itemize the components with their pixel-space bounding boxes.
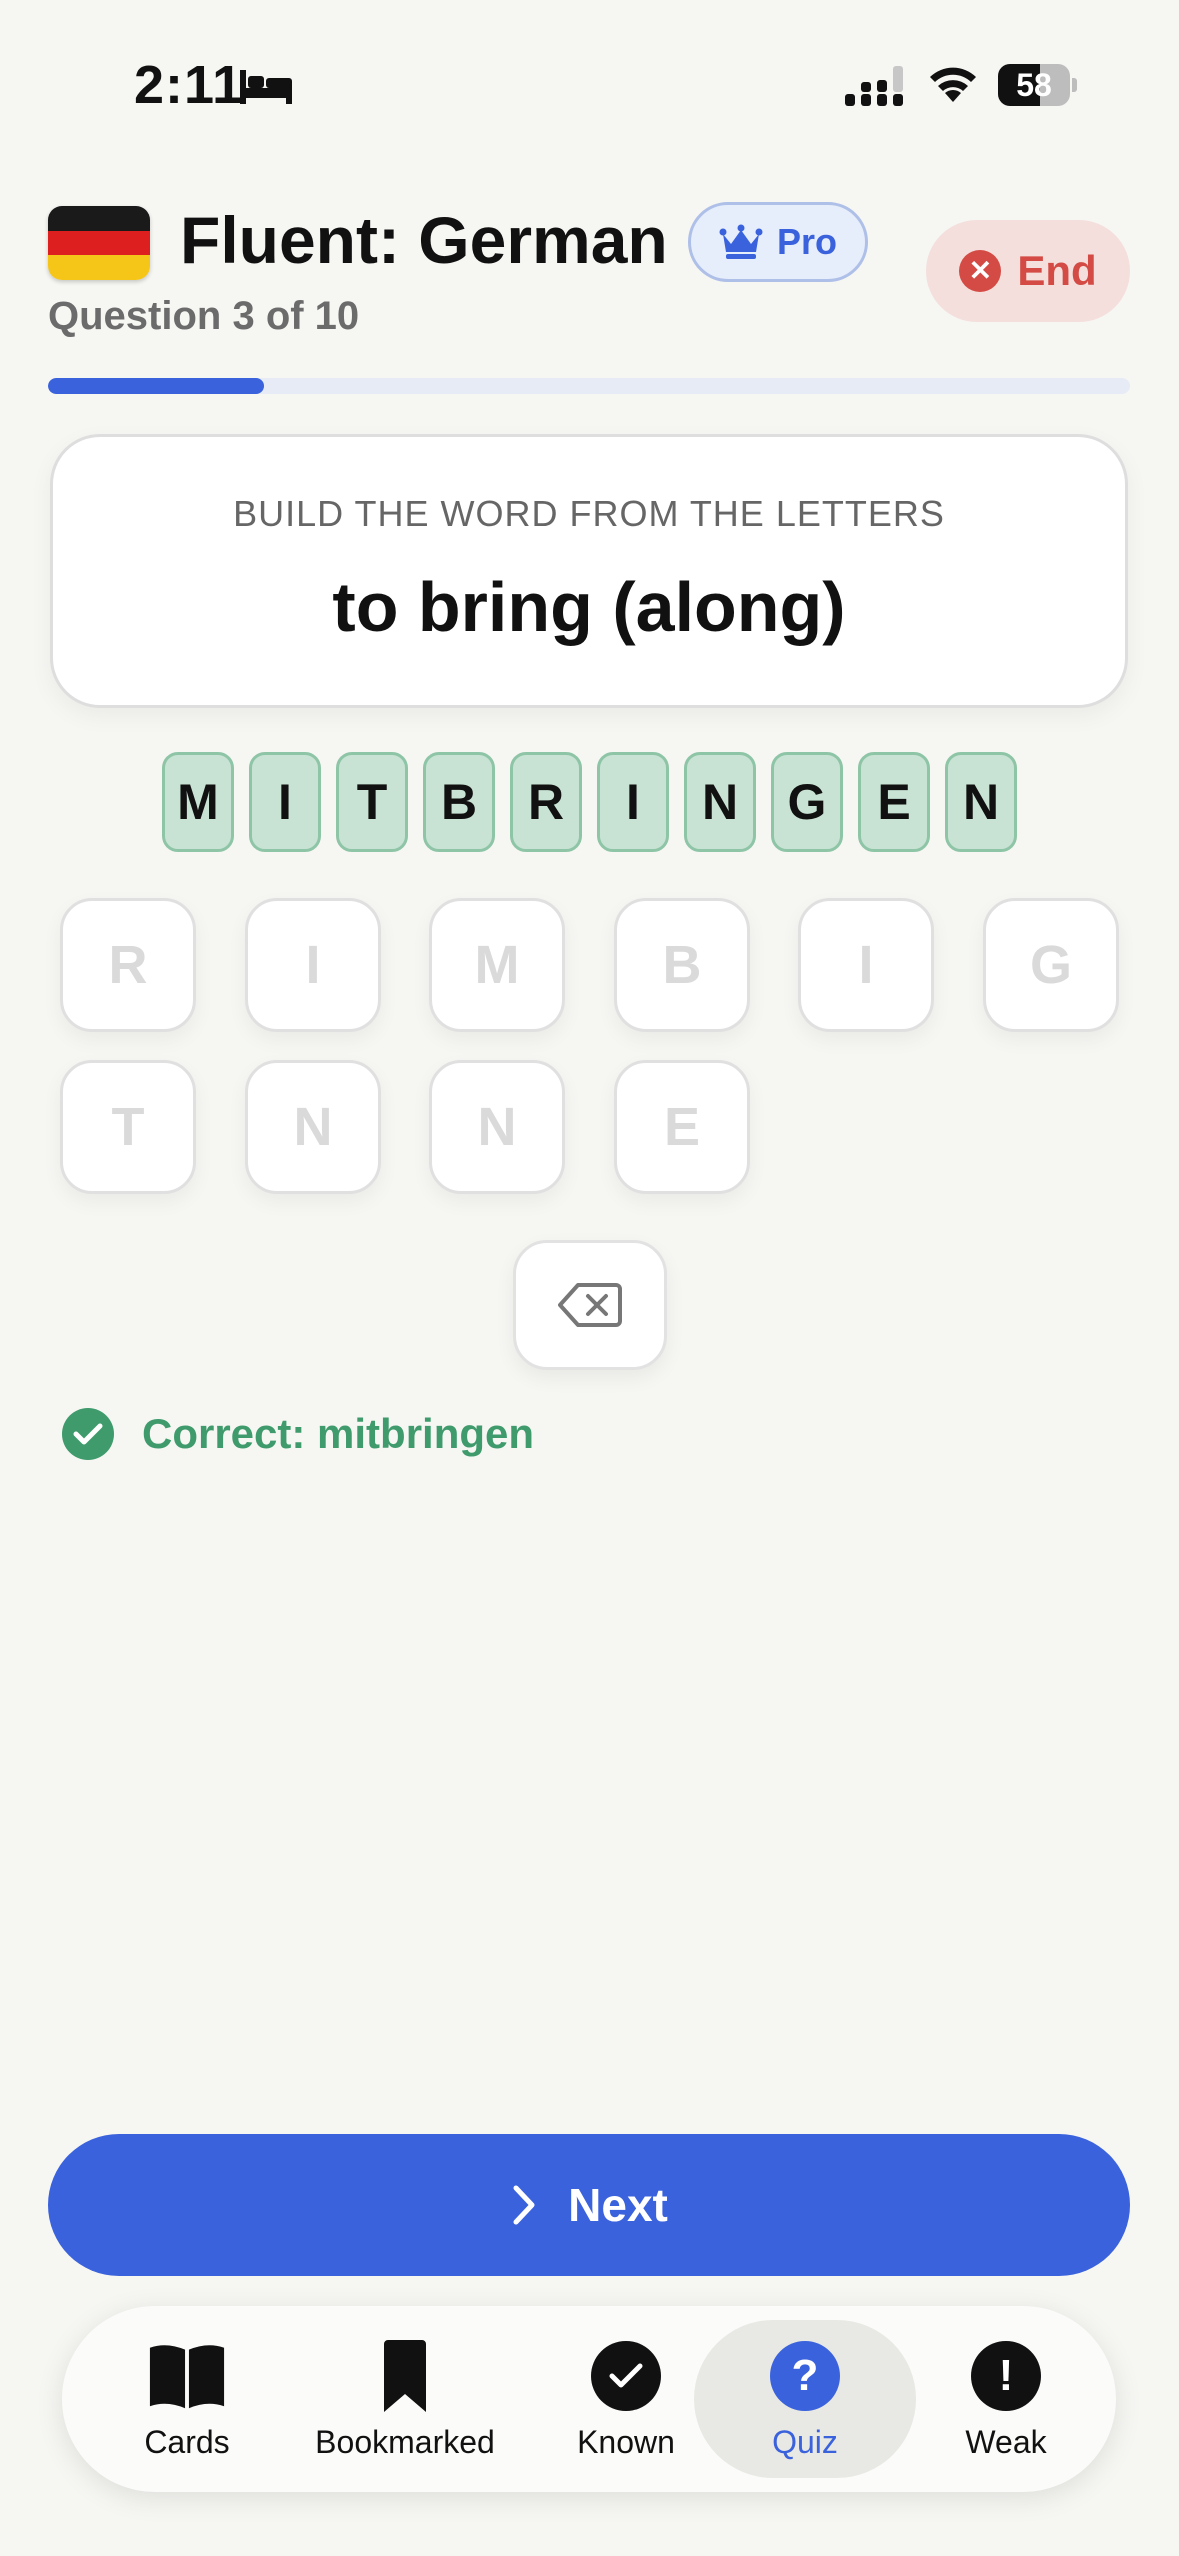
letter-tile: T	[60, 1060, 196, 1194]
prompt-word: to bring (along)	[332, 568, 846, 646]
answer-tile[interactable]: T	[336, 752, 408, 852]
tab-label: Cards	[144, 2423, 230, 2460]
exclamation-circle-icon: !	[971, 2340, 1041, 2411]
end-label: End	[1017, 247, 1097, 294]
check-circle-icon	[62, 1408, 114, 1460]
answer-tile[interactable]: E	[858, 752, 930, 852]
letter-tile: G	[983, 898, 1119, 1032]
answer-tile[interactable]: G	[771, 752, 843, 852]
answer-tile[interactable]: I	[249, 752, 321, 852]
bookmark-icon	[384, 2339, 426, 2412]
pro-badge[interactable]: Pro	[688, 202, 868, 282]
battery-level: 58	[1016, 67, 1052, 103]
tab-label: Weak	[965, 2423, 1047, 2460]
letter-tile: R	[60, 898, 196, 1032]
feedback-message: Correct: mitbringen	[62, 1408, 534, 1460]
status-time: 2:11	[134, 55, 244, 115]
quiz-progress-fill	[48, 378, 265, 394]
question-counter: Question 3 of 10	[48, 294, 360, 338]
tab-weak[interactable]: ! Weak	[928, 2320, 1084, 2478]
signal-icon	[845, 66, 903, 106]
prompt-instruction: BUILD THE WORD FROM THE LETTERS	[233, 493, 945, 534]
close-icon: ✕	[959, 250, 1002, 292]
tab-bookmarked[interactable]: Bookmarked	[288, 2320, 522, 2478]
status-bar: 2:11 58	[0, 0, 1179, 170]
answer-tile[interactable]: R	[510, 752, 582, 852]
bed-icon	[240, 70, 292, 104]
tab-quiz[interactable]: ? Quiz	[694, 2320, 916, 2478]
question-circle-icon: ?	[770, 2340, 840, 2411]
answer-tile[interactable]: B	[423, 752, 495, 852]
answer-tile[interactable]: N	[945, 752, 1017, 852]
german-flag-icon	[48, 206, 150, 280]
letter-tile: I	[245, 898, 381, 1032]
backspace-button[interactable]	[513, 1240, 667, 1370]
next-label: Next	[568, 2179, 668, 2231]
tab-cards[interactable]: Cards	[102, 2320, 272, 2478]
tab-bar: Cards Bookmarked Known ? Quiz ! Weak	[62, 2306, 1116, 2492]
letter-tile: N	[429, 1060, 565, 1194]
tab-label: Bookmarked	[315, 2423, 495, 2460]
book-icon	[149, 2344, 225, 2408]
tab-known[interactable]: Known	[538, 2320, 714, 2478]
wifi-icon	[930, 67, 976, 102]
tab-label: Known	[577, 2423, 675, 2460]
quiz-progress-bar	[48, 378, 1130, 394]
end-button[interactable]: ✕ End	[926, 220, 1130, 322]
answer-tile[interactable]: N	[684, 752, 756, 852]
answer-row: M I T B R I N G E N	[162, 752, 1017, 852]
feedback-text: Correct: mitbringen	[142, 1410, 535, 1457]
chevron-right-icon	[513, 2185, 535, 2225]
answer-tile[interactable]: I	[597, 752, 669, 852]
letter-tile: I	[798, 898, 934, 1032]
tab-label: Quiz	[772, 2423, 838, 2460]
pro-label: Pro	[776, 221, 837, 262]
answer-tile[interactable]: M	[162, 752, 234, 852]
letter-tile: B	[614, 898, 750, 1032]
letter-tile: E	[614, 1060, 750, 1194]
letter-tile: M	[429, 898, 565, 1032]
battery-indicator: 58	[998, 64, 1078, 106]
check-circle-icon	[591, 2340, 661, 2411]
crown-icon	[719, 224, 763, 259]
backspace-icon	[558, 1283, 622, 1327]
prompt-card: BUILD THE WORD FROM THE LETTERS to bring…	[50, 434, 1128, 708]
next-button[interactable]: Next	[48, 2134, 1130, 2276]
letter-tile: N	[245, 1060, 381, 1194]
app-title: Fluent: German	[180, 203, 668, 277]
